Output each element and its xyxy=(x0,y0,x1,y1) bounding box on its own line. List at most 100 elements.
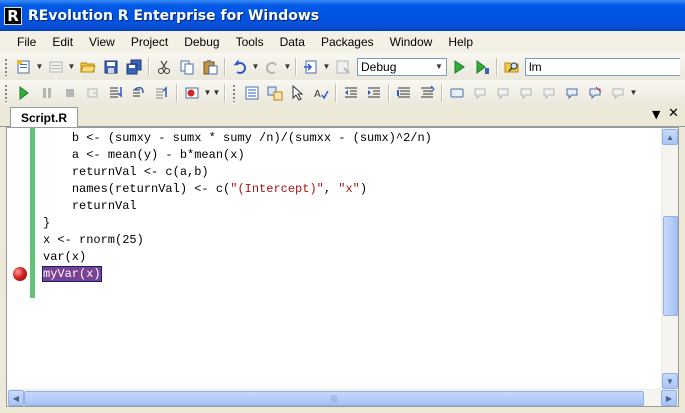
close-icon[interactable]: ✕ xyxy=(668,106,679,121)
menu-debug[interactable]: Debug xyxy=(176,35,227,49)
chevron-down-icon[interactable]: ▼ xyxy=(251,62,260,71)
new-project-icon[interactable] xyxy=(12,56,35,78)
undo-icon[interactable] xyxy=(228,56,251,78)
copy-icon[interactable] xyxy=(175,56,198,78)
solution-configuration-select[interactable]: Debug ▼ xyxy=(357,57,447,76)
step-over-icon[interactable] xyxy=(127,82,150,104)
code-line[interactable]: } xyxy=(43,215,432,232)
find-input-value: lm xyxy=(529,59,542,74)
navigate-icon[interactable] xyxy=(299,56,322,78)
solution-configuration-value: Debug xyxy=(361,59,397,74)
uncomment-icon[interactable] xyxy=(415,82,438,104)
menu-file[interactable]: File xyxy=(9,35,44,49)
code-line[interactable]: a <- mean(y) - b*mean(x) xyxy=(43,147,432,164)
menu-tools[interactable]: Tools xyxy=(228,35,272,49)
step-into-icon[interactable] xyxy=(104,82,127,104)
open-icon[interactable] xyxy=(76,56,99,78)
add-item-icon[interactable] xyxy=(44,56,67,78)
chevron-down-icon[interactable]: ▼ xyxy=(322,62,331,71)
horizontal-scroll-thumb[interactable]: ||| xyxy=(24,391,644,406)
run-icon[interactable] xyxy=(447,56,470,78)
object-browser-icon[interactable] xyxy=(240,82,263,104)
clear-bookmarks-icon[interactable] xyxy=(583,82,606,104)
cut-icon[interactable] xyxy=(152,56,175,78)
save-icon[interactable] xyxy=(99,56,122,78)
pause-icon[interactable] xyxy=(35,82,58,104)
code-token: b <- (sumxy - sumx * sumy /n)/(sumxx - (… xyxy=(71,131,432,145)
window-title: REvolution R Enterprise for Windows xyxy=(28,7,320,24)
vertical-scrollbar[interactable]: ▲ ▼ xyxy=(661,128,678,390)
menu-window[interactable]: Window xyxy=(382,35,441,49)
stop-icon[interactable] xyxy=(58,82,81,104)
increase-indent-icon[interactable] xyxy=(362,82,385,104)
tab-script-r[interactable]: Script.R xyxy=(10,107,78,128)
menu-help[interactable]: Help xyxy=(440,35,481,49)
chevron-down-icon[interactable]: ▼ xyxy=(203,88,212,97)
paste-icon[interactable] xyxy=(198,56,221,78)
comment-icon[interactable] xyxy=(392,82,415,104)
spell-check-icon[interactable]: A xyxy=(309,82,332,104)
title-bar[interactable]: R REvolution R Enterprise for Windows xyxy=(0,0,685,31)
toolbar-grip[interactable] xyxy=(4,83,8,102)
toolbar-options-icon[interactable]: ▼ xyxy=(212,88,221,97)
toggle-bookmark-icon[interactable] xyxy=(606,82,629,104)
pointer-icon[interactable] xyxy=(286,82,309,104)
breakpoint-icon[interactable] xyxy=(13,267,27,281)
menu-project[interactable]: Project xyxy=(123,35,176,49)
toolbar-separator xyxy=(295,57,296,76)
continue-icon[interactable] xyxy=(12,82,35,104)
scroll-left-icon[interactable]: ◀ xyxy=(8,390,24,406)
scroll-up-icon[interactable]: ▲ xyxy=(662,129,678,145)
restart-icon[interactable] xyxy=(81,82,104,104)
find-in-files-icon[interactable] xyxy=(500,56,523,78)
redo-icon[interactable] xyxy=(260,56,283,78)
string-literal: "x" xyxy=(338,182,360,196)
code-area[interactable]: b <- (sumxy - sumx * sumy /n)/(sumxx - (… xyxy=(42,130,432,283)
run-to-cursor-icon[interactable] xyxy=(470,56,493,78)
next-bookmark-icon[interactable] xyxy=(491,82,514,104)
toolbar-separator xyxy=(335,83,336,102)
bookmark-icon[interactable] xyxy=(445,82,468,104)
code-line[interactable]: var(x) xyxy=(43,249,432,266)
prev-bookmark-icon[interactable] xyxy=(468,82,491,104)
code-line[interactable]: names(returnVal) <- c("(Intercept)", "x"… xyxy=(43,181,432,198)
code-token: var(x) xyxy=(43,250,87,264)
debug-toolbar: ▼ ▼ A ▼ xyxy=(0,80,685,105)
code-token: ) xyxy=(359,182,368,196)
tab-list-chevron-down-icon[interactable]: ▼ xyxy=(652,108,660,121)
find-input[interactable]: lm xyxy=(525,57,680,76)
breakpoints-icon[interactable] xyxy=(180,82,203,104)
code-line[interactable]: x <- rnorm(25) xyxy=(43,232,432,249)
toolbar-grip[interactable] xyxy=(4,57,8,76)
decrease-indent-icon[interactable] xyxy=(339,82,362,104)
code-line[interactable]: returnVal xyxy=(43,198,432,215)
chevron-down-icon[interactable]: ▼ xyxy=(35,62,44,71)
chevron-down-icon[interactable]: ▼ xyxy=(67,62,76,71)
toolbar-grip[interactable] xyxy=(232,83,236,102)
prev-bookmark-in-folder-icon[interactable] xyxy=(514,82,537,104)
code-token: , xyxy=(323,182,339,196)
scroll-right-icon[interactable]: ▶ xyxy=(661,390,677,406)
menu-view[interactable]: View xyxy=(81,35,123,49)
next-bookmark-in-folder-icon[interactable] xyxy=(537,82,560,104)
step-out-icon[interactable] xyxy=(150,82,173,104)
bookmark-window-icon[interactable] xyxy=(560,82,583,104)
start-page-icon[interactable] xyxy=(331,56,354,78)
code-line[interactable]: b <- (sumxy - sumx * sumy /n)/(sumxx - (… xyxy=(43,130,432,147)
vertical-scroll-thumb[interactable] xyxy=(663,216,678,316)
scroll-down-icon[interactable]: ▼ xyxy=(662,373,678,389)
save-all-icon[interactable] xyxy=(122,56,145,78)
menu-edit[interactable]: Edit xyxy=(44,35,81,49)
menu-data[interactable]: Data xyxy=(272,35,313,49)
code-line[interactable]: myVar(x) xyxy=(42,266,432,283)
toolbar-separator xyxy=(224,83,225,102)
chevron-down-icon[interactable]: ▼ xyxy=(283,62,292,71)
code-line[interactable]: returnVal <- c(a,b) xyxy=(43,164,432,181)
class-view-icon[interactable] xyxy=(263,82,286,104)
menu-packages[interactable]: Packages xyxy=(313,35,382,49)
code-editor[interactable]: b <- (sumxy - sumx * sumy /n)/(sumxx - (… xyxy=(6,127,679,407)
breakpoint-gutter[interactable] xyxy=(7,128,30,390)
horizontal-scrollbar[interactable]: ◀ ||| ▶ xyxy=(7,389,678,406)
toolbar-options-icon[interactable]: ▼ xyxy=(629,88,638,97)
chevron-down-icon[interactable]: ▼ xyxy=(432,59,446,75)
